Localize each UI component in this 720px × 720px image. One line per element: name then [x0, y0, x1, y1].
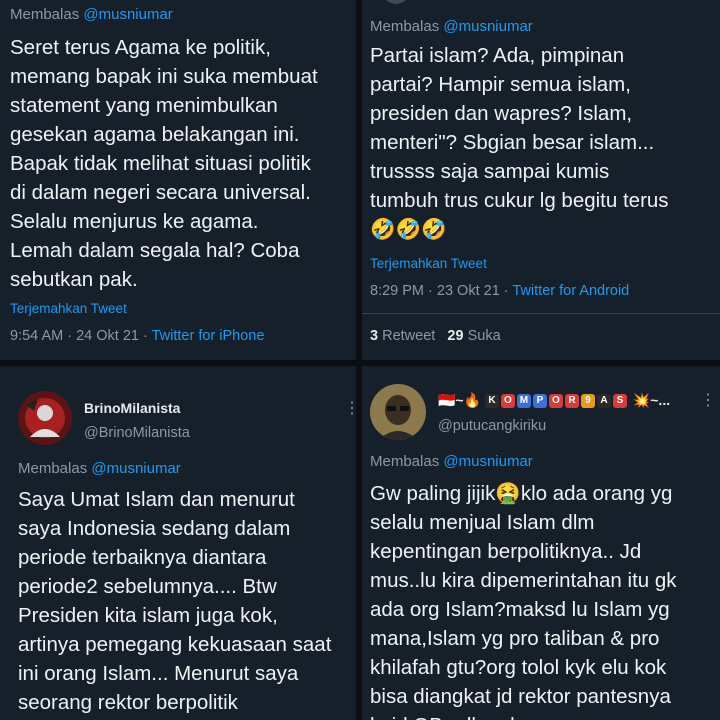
avatar-image-icon [370, 384, 426, 440]
tweet-text: Partai islam? Ada, pimpinan partai? Hamp… [370, 44, 669, 241]
avatar-partial [382, 0, 410, 4]
tweet-panel-1: Membalas @musniumar Seret terus Agama ke… [0, 0, 356, 360]
divider [362, 313, 720, 314]
tweet-text: Saya Umat Islam dan menurut saya Indones… [18, 488, 332, 714]
display-name-letter: A [596, 394, 611, 409]
reply-handle-link[interactable]: @musniumar [443, 18, 532, 35]
more-options-icon[interactable]: ⋮ [700, 390, 716, 410]
reply-prefix: Membalas [370, 18, 440, 35]
tweet-source-link[interactable]: Twitter for Android [512, 283, 629, 299]
reply-prefix: Membalas [370, 453, 440, 470]
avatar[interactable] [18, 391, 72, 445]
reply-prefix: Membalas [18, 460, 88, 477]
tweet-timestamp: 9:54 AM · 24 Okt 21 · Twitter for iPhone [10, 328, 264, 344]
reply-prefix: Membalas [10, 6, 80, 23]
reply-handle-link[interactable]: @musniumar [91, 460, 180, 477]
reply-context: Membalas @musniumar [18, 460, 181, 477]
display-name-letter: M [516, 394, 531, 409]
more-options-icon[interactable]: ⋮ [344, 398, 356, 418]
display-name-letter: S [612, 394, 627, 409]
user-handle[interactable]: @putucangkiriku [438, 418, 546, 434]
tweet-time[interactable]: 9:54 AM · 24 Okt 21 · [10, 328, 152, 344]
reply-handle-link[interactable]: @musniumar [443, 453, 532, 470]
tweet-panel-2: Membalas @musniumar Partai islam? Ada, p… [362, 0, 720, 360]
tweet-time[interactable]: 8:29 PM · 23 Okt 21 · [370, 283, 512, 299]
tweet-stats: 3 Retweet 29 Suka [370, 328, 501, 344]
display-name-letter: O [548, 394, 563, 409]
display-name-letter: 9 [580, 394, 595, 409]
reply-context: Membalas @musniumar [370, 453, 533, 470]
display-name-letter: O [500, 394, 515, 409]
tweet-source-link[interactable]: Twitter for iPhone [152, 328, 265, 344]
like-count-link[interactable]: 29 Suka [447, 328, 500, 344]
translate-tweet-link[interactable]: Terjemahkan Tweet [10, 301, 127, 316]
display-name-letter: R [564, 394, 579, 409]
retweet-count-link[interactable]: 3 Retweet [370, 328, 435, 344]
translate-tweet-link[interactable]: Terjemahkan Tweet [370, 256, 487, 271]
display-name[interactable]: BrinoMilanista [84, 400, 180, 416]
display-name-letter: K [484, 394, 499, 409]
reply-context: Membalas @musniumar [10, 6, 173, 23]
reply-handle-link[interactable]: @musniumar [83, 6, 172, 23]
user-handle[interactable]: @BrinoMilanista [84, 425, 190, 441]
display-name-suffix: 💥~... [632, 392, 671, 408]
display-name-letter: P [532, 394, 547, 409]
reply-context: Membalas @musniumar [370, 18, 533, 35]
display-name[interactable]: 🇮🇩~🔥 KOMPOR9AS 💥~... [438, 392, 670, 409]
tweet-panel-3: BrinoMilanista @BrinoMilanista ⋮ Membala… [0, 366, 356, 720]
tweet-timestamp: 8:29 PM · 23 Okt 21 · Twitter for Androi… [370, 283, 629, 299]
tweet-text: Gw paling jijik🤮klo ada orang yg selalu … [370, 482, 677, 720]
tweet-panel-4: 🇮🇩~🔥 KOMPOR9AS 💥~... @putucangkiriku ⋮ M… [362, 366, 720, 720]
avatar[interactable] [370, 384, 426, 440]
tweet-text: Seret terus Agama ke politik, memang bap… [10, 36, 318, 291]
display-name-emoji: 🇮🇩~🔥 [438, 392, 482, 408]
avatar-image-icon [18, 391, 72, 445]
display-name-letters: KOMPOR9AS [484, 392, 629, 409]
